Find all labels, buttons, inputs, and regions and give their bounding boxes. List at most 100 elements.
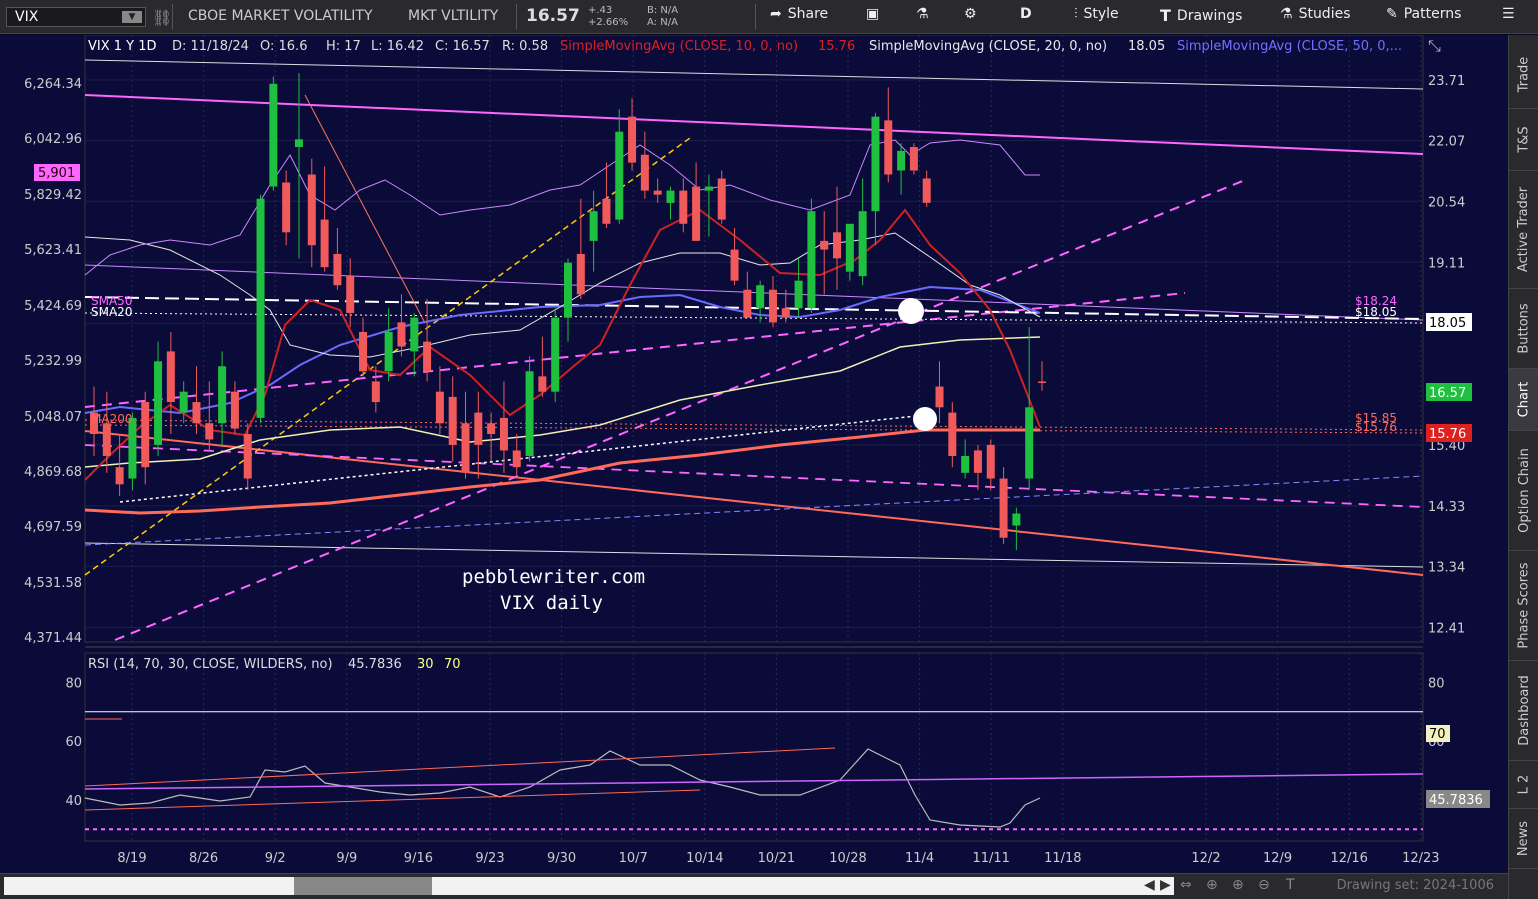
pan-icon[interactable]: ⇔ bbox=[1180, 877, 1192, 893]
sidebar-tab-t-s[interactable]: T&S bbox=[1509, 109, 1538, 171]
candle-body bbox=[551, 317, 560, 392]
white-dotted-trendline bbox=[119, 414, 926, 503]
patterns-button[interactable]: ✎ Patterns bbox=[1386, 6, 1461, 22]
sidebar-tab-active-trader[interactable]: Active Trader bbox=[1509, 171, 1538, 289]
candle-body bbox=[717, 178, 726, 220]
flask-button[interactable]: ⚗ bbox=[916, 6, 929, 22]
sma10-label[interactable]: SimpleMovingAvg (CLOSE, 10, 0, no) bbox=[560, 39, 798, 54]
scrollbar-thumb[interactable] bbox=[294, 877, 432, 895]
gear-icon: ⚙ bbox=[964, 6, 977, 22]
candle-body bbox=[179, 391, 188, 413]
candle-body bbox=[986, 444, 995, 479]
scroll-left-icon[interactable]: ◀ bbox=[1144, 877, 1155, 893]
rsi-label[interactable]: RSI (14, 70, 30, CLOSE, WILDERS, no) bbox=[88, 657, 333, 672]
last-price: 16.57 bbox=[526, 6, 580, 26]
y-tick-label-right: 23.71 bbox=[1428, 74, 1465, 89]
quote-button[interactable]: ▣ bbox=[866, 6, 879, 22]
ohlc-date: D: 11/18/24 bbox=[172, 39, 249, 54]
orange-dotted-line-2 bbox=[84, 424, 1424, 434]
style-button[interactable]: ⫶ Style bbox=[1074, 6, 1119, 22]
x-tick-label: 9/16 bbox=[404, 851, 433, 866]
scroll-right-icon[interactable]: ▶ bbox=[1160, 877, 1171, 893]
candle-body bbox=[448, 396, 457, 445]
ma200-line-label: MA200 bbox=[91, 412, 132, 426]
settings-button[interactable]: ⚙ bbox=[964, 6, 977, 22]
separator bbox=[172, 4, 173, 30]
x-tick-label: 12/9 bbox=[1263, 851, 1292, 866]
studies-button[interactable]: ⚗ Studies bbox=[1280, 6, 1351, 22]
candle-body bbox=[538, 376, 547, 392]
candle-body bbox=[346, 276, 355, 313]
candle-body bbox=[525, 371, 534, 456]
lower-channel-line bbox=[84, 542, 1424, 568]
chart-canvas[interactable]: 23.7122.0720.5419.1117.7815.4014.3313.34… bbox=[0, 34, 1508, 873]
crosshair-icon[interactable]: ⊕ bbox=[1206, 877, 1218, 893]
x-tick-label: 11/18 bbox=[1044, 851, 1081, 866]
share-label: Share bbox=[787, 6, 829, 22]
candle-body bbox=[794, 280, 803, 309]
purple-trendline bbox=[84, 264, 1424, 321]
zoom-out-icon[interactable]: ⊖ bbox=[1258, 877, 1270, 893]
sidebar-tab-label: Active Trader bbox=[1516, 186, 1532, 273]
ohlc-close: C: 16.57 bbox=[435, 39, 490, 54]
separator bbox=[755, 4, 756, 30]
sidebar-tab-phase-scores[interactable]: Phase Scores bbox=[1509, 551, 1538, 661]
rsi-level-bubble-text: 70 bbox=[1429, 727, 1446, 742]
sidebar-tab-news[interactable]: News bbox=[1509, 809, 1538, 869]
white-dashed-sma20-line bbox=[84, 296, 1424, 320]
magenta-dashed-rising-line bbox=[114, 179, 1246, 641]
sidebar-tab-chart[interactable]: Chart bbox=[1509, 369, 1538, 431]
ohlc-high: H: 17 bbox=[326, 39, 361, 54]
candle-body bbox=[628, 116, 637, 163]
x-tick-label: 8/19 bbox=[117, 851, 146, 866]
pattern-icon: ✎ bbox=[1386, 6, 1398, 22]
sidebar-tab-trade[interactable]: Trade bbox=[1509, 41, 1538, 109]
candle-body bbox=[858, 211, 867, 277]
symbol-dropdown-icon[interactable]: ▼ bbox=[122, 11, 142, 23]
sma20-label[interactable]: SimpleMovingAvg (CLOSE, 20, 0, no) bbox=[869, 39, 1107, 54]
share-button[interactable]: ➦ Share bbox=[770, 6, 828, 22]
target-circle-lower bbox=[913, 407, 937, 431]
candle-body bbox=[948, 412, 957, 456]
x-tick-label: 12/16 bbox=[1330, 851, 1367, 866]
net-change: +.43 bbox=[588, 5, 613, 16]
zoom-in-icon[interactable]: ⊕ bbox=[1232, 877, 1244, 893]
candle-body bbox=[435, 391, 444, 424]
sidebar-tab-label: Buttons bbox=[1516, 303, 1532, 354]
y-tick-label-left: 5,829.42 bbox=[24, 188, 82, 203]
candle-body bbox=[487, 423, 496, 435]
chart-area[interactable]: 23.7122.0720.5419.1117.7815.4014.3313.34… bbox=[0, 34, 1508, 873]
aggregation-button[interactable]: D bbox=[1020, 6, 1032, 22]
candle-body bbox=[410, 317, 419, 352]
candle-body bbox=[833, 232, 842, 259]
hide-studies-icon[interactable]: ⤡ bbox=[1428, 36, 1441, 55]
horizontal-scrollbar[interactable] bbox=[4, 877, 1174, 895]
menu-button[interactable]: ☰ bbox=[1502, 6, 1515, 22]
drawing-set-label: Drawing set: 2024-1006 bbox=[1336, 878, 1494, 893]
orange-dotted-line bbox=[84, 419, 1424, 431]
left-price-tag-text: 5,901 bbox=[38, 166, 75, 181]
text-icon[interactable]: T bbox=[1286, 877, 1295, 893]
last-price-bubble-text: 16.57 bbox=[1429, 386, 1466, 401]
y-tick-label-right: 12.41 bbox=[1428, 622, 1465, 637]
sidebar-tab-buttons[interactable]: Buttons bbox=[1509, 289, 1538, 369]
sma100-line bbox=[84, 336, 1041, 468]
sidebar-tab-dashboard[interactable]: Dashboard bbox=[1509, 661, 1538, 761]
drawings-button[interactable]: T Drawings bbox=[1160, 6, 1242, 25]
thin-dashed-line bbox=[84, 475, 1424, 546]
sidebar-tab-l-2[interactable]: L 2 bbox=[1509, 761, 1538, 809]
x-tick-label: 11/4 bbox=[905, 851, 934, 866]
x-tick-label: 12/2 bbox=[1191, 851, 1220, 866]
symbol-input[interactable]: VIX ▼ bbox=[6, 7, 146, 27]
candle-body bbox=[743, 289, 752, 318]
candle-body bbox=[576, 253, 585, 295]
x-tick-label: 9/30 bbox=[547, 851, 576, 866]
rsi-tick-label-left: 40 bbox=[65, 794, 82, 809]
link-icon[interactable]: ⛓ bbox=[152, 8, 172, 27]
sma50-label[interactable]: SimpleMovingAvg (CLOSE, 50, 0,... bbox=[1177, 39, 1402, 54]
sidebar-tab-option-chain[interactable]: Option Chain bbox=[1509, 431, 1538, 551]
candle-body bbox=[269, 83, 278, 187]
candle-body bbox=[282, 182, 291, 233]
x-tick-label: 10/28 bbox=[829, 851, 866, 866]
sidebar-tab-label: Dashboard bbox=[1516, 675, 1532, 746]
